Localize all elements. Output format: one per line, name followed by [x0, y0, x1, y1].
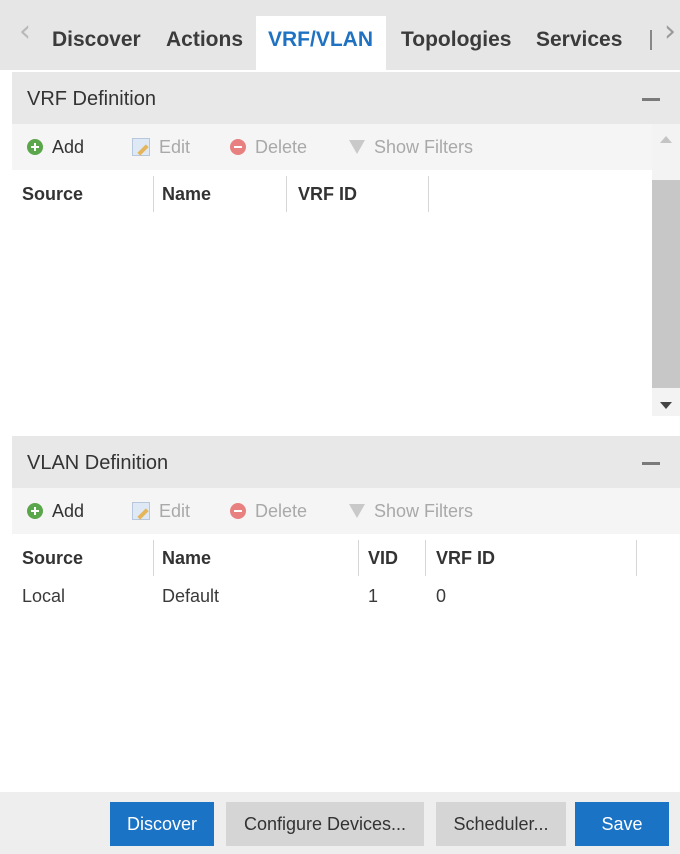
chevron-right-icon[interactable]: ›	[660, 14, 680, 49]
vlan-edit-button[interactable]: Edit	[132, 488, 190, 534]
filter-icon	[349, 140, 365, 154]
vrf-delete-button[interactable]: Delete	[230, 124, 307, 170]
tab-bar: ‹ Discover Actions VRF/VLAN Topologies S…	[0, 0, 680, 70]
vlan-delete-label: Delete	[255, 500, 308, 521]
vrf-edit-label: Edit	[159, 136, 191, 157]
add-icon	[27, 503, 43, 519]
vlan-cell-vid: 1	[368, 586, 379, 606]
vlan-show-filters-label: Show Filters	[374, 500, 474, 521]
collapse-icon[interactable]	[642, 98, 660, 101]
edit-icon	[132, 138, 150, 156]
scroll-up-icon[interactable]	[660, 136, 672, 143]
tab-services[interactable]: Services	[536, 16, 622, 70]
vlan-add-label: Add	[52, 500, 85, 521]
discover-button[interactable]: Discover	[110, 802, 214, 846]
vrf-toolbar: Add Edit Delete Show Filters	[12, 124, 652, 170]
collapse-icon[interactable]	[642, 462, 660, 465]
vlan-col-vid[interactable]: VID	[358, 538, 398, 578]
delete-icon	[230, 503, 246, 519]
tab-discover[interactable]: Discover	[52, 16, 141, 70]
vrf-add-label: Add	[52, 136, 85, 157]
vlan-delete-button[interactable]: Delete	[230, 488, 307, 534]
configure-devices-button[interactable]: Configure Devices...	[226, 802, 424, 846]
vlan-panel-header: VLAN Definition	[12, 436, 680, 488]
vlan-toolbar: Add Edit Delete Show Filters	[12, 488, 680, 534]
vlan-cell-vrf-id: 0	[436, 586, 447, 606]
vlan-table-header: Source Name VID VRF ID	[12, 538, 680, 578]
vrf-col-vrf-id[interactable]: VRF ID	[288, 174, 357, 214]
filter-icon	[349, 504, 365, 518]
tab-overflow-stub	[650, 30, 652, 50]
vlan-edit-label: Edit	[159, 500, 191, 521]
vrf-col-source[interactable]: Source	[12, 174, 83, 214]
vlan-add-button[interactable]: Add	[27, 488, 84, 534]
vrf-panel-header: VRF Definition	[12, 72, 680, 124]
table-row[interactable]: Local Default 1 0	[12, 578, 680, 614]
vrf-show-filters-button[interactable]: Show Filters	[349, 124, 473, 170]
vlan-col-source[interactable]: Source	[12, 538, 83, 578]
vrf-add-button[interactable]: Add	[27, 124, 84, 170]
vrf-delete-label: Delete	[255, 136, 308, 157]
scrollbar-thumb[interactable]	[652, 180, 680, 388]
vlan-cell-name: Default	[162, 586, 220, 606]
tab-actions[interactable]: Actions	[166, 16, 243, 70]
vlan-col-name[interactable]: Name	[152, 538, 211, 578]
tab-topologies[interactable]: Topologies	[401, 16, 511, 70]
vlan-show-filters-button[interactable]: Show Filters	[349, 488, 473, 534]
scheduler-button[interactable]: Scheduler...	[436, 802, 566, 846]
edit-icon	[132, 502, 150, 520]
scroll-down-icon[interactable]	[660, 402, 672, 409]
vrf-scrollbar[interactable]	[652, 124, 680, 416]
vlan-col-vrf-id[interactable]: VRF ID	[426, 538, 495, 578]
vrf-table-header: Source Name VRF ID	[12, 174, 652, 214]
vrf-table-body	[12, 214, 652, 414]
tab-vrf-vlan[interactable]: VRF/VLAN	[256, 16, 386, 70]
delete-icon	[230, 139, 246, 155]
vrf-edit-button[interactable]: Edit	[132, 124, 190, 170]
vrf-panel-title: VRF Definition	[27, 88, 156, 110]
vlan-panel-title: VLAN Definition	[27, 452, 169, 474]
chevron-left-icon[interactable]: ‹	[14, 14, 36, 49]
vlan-cell-source: Local	[22, 586, 66, 606]
add-icon	[27, 139, 43, 155]
vrf-col-name[interactable]: Name	[152, 174, 211, 214]
vrf-show-filters-label: Show Filters	[374, 136, 474, 157]
save-button[interactable]: Save	[575, 802, 669, 846]
footer-button-bar: Discover Configure Devices... Scheduler.…	[0, 792, 680, 854]
